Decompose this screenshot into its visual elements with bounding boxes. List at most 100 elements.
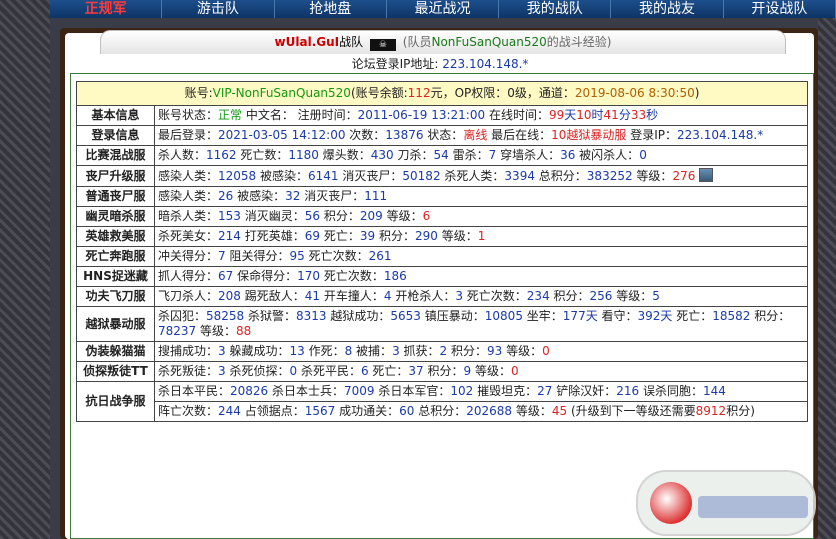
team-label: 战队 <box>339 35 364 49</box>
nav-item-5[interactable]: 我的战友 <box>611 0 724 18</box>
stat-text: 感染人类： <box>158 169 219 183</box>
stat-text: 积分： <box>447 344 487 358</box>
stat-text: 26 <box>218 189 234 203</box>
stat-text: 33 <box>630 108 647 122</box>
stat-text: 36 <box>560 148 576 162</box>
nav-item-4[interactable]: 我的战队 <box>499 0 612 18</box>
server-label[interactable]: 抗日战争服 <box>76 381 155 422</box>
stat-text: 总积分： <box>534 169 587 183</box>
stat-text: 杀死平民： <box>297 364 361 378</box>
stats-row: 丧尸升级服 感染人类：12058 被感染：6141 消灭丧尸：50182 杀死人类… <box>76 165 808 187</box>
stats-table: 账号:VIP-NonFuSanQuan520(账号余额:112元，OP权限：0级… <box>76 81 808 422</box>
server-label[interactable]: 越狱暴动服 <box>76 306 155 342</box>
server-stats: 账号状态：正常 中文名： 注册时间：2011-06-19 13:21:00 在线… <box>154 105 808 126</box>
profile-header: wUlal.GuI战队 ☠ (队员NonFuSanQuan520的战斗经验) <box>100 30 786 54</box>
stat-text: 10805 <box>484 309 523 323</box>
stat-text: 186 <box>383 269 407 283</box>
stat-text: 死亡次数： <box>462 289 527 303</box>
stat-text: 等级： <box>632 169 673 183</box>
nav-item-1[interactable]: 游击队 <box>162 0 275 18</box>
stat-text: 杀狱警： <box>244 309 297 323</box>
stat-text: 10 <box>576 108 592 122</box>
stat-text: 等级： <box>612 289 653 303</box>
stats-row: 幽灵暗杀服 暗杀人类：153 消灭幽灵：56 积分：209 等级：6 <box>76 206 808 227</box>
stat-text: 244 <box>218 404 241 418</box>
stat-text: 1162 <box>206 148 237 162</box>
server-label[interactable]: 死亡奔跑服 <box>76 246 155 267</box>
stat-text: 抓获： <box>399 344 440 358</box>
stat-text: 39 <box>359 229 376 243</box>
stat-text: 0 <box>542 344 550 358</box>
nav-item-0[interactable]: 正规军 <box>50 0 163 18</box>
stat-text: 被感染： <box>233 189 286 203</box>
stat-text: 6 <box>360 364 369 378</box>
server-stats: 暗杀人类：153 消灭幽灵：56 积分：209 等级：6 <box>154 206 808 227</box>
stat-text: 阵亡次数： <box>158 404 219 418</box>
stat-text: 18582 <box>712 309 751 323</box>
stat-text: 10越狱暴动服 <box>551 128 627 142</box>
server-stats: 杀囚犯：58258 杀狱警：8313 越狱成功：5653 镇压暴动：10805 … <box>154 306 808 342</box>
server-label[interactable]: 功夫飞刀服 <box>76 286 155 307</box>
stat-text: 177天 <box>562 309 598 323</box>
stat-text: 45 <box>551 404 568 418</box>
stat-text: 209 <box>359 209 383 223</box>
server-label[interactable]: 比赛混战服 <box>76 145 155 166</box>
server-stats: 感染人类：26 被感染：32 消灭丧尸：111 <box>154 186 808 207</box>
stat-text: 死亡次数： <box>320 269 384 283</box>
stat-text: 1 <box>477 229 486 243</box>
nav-item-3[interactable]: 最近战况 <box>387 0 500 18</box>
balance-value: 112 <box>407 86 431 100</box>
server-label[interactable]: 伪装躲猫猫 <box>76 341 155 362</box>
stats-row: 功夫飞刀服 飞刀杀人：208 踢死敌人：41 开车撞人：4 开枪杀人：3 死亡次数… <box>76 286 808 307</box>
stat-text: 时 <box>591 108 604 122</box>
stat-text: 镇压暴动： <box>420 309 485 323</box>
op-value: 0级 <box>507 86 527 100</box>
server-label[interactable]: 基本信息 <box>76 105 155 126</box>
server-label[interactable]: 英雄救美服 <box>76 226 155 247</box>
stat-text: 144 <box>702 384 726 398</box>
stat-text: 穿墙杀人： <box>496 148 561 162</box>
server-label[interactable]: 普通丧尸服 <box>76 186 155 207</box>
nav-item-2[interactable]: 抢地盘 <box>275 0 387 18</box>
stat-text: 5 <box>652 289 660 303</box>
stat-text: 阻关得分： <box>225 249 290 263</box>
team-username[interactable]: wUlal.GuI <box>275 35 340 49</box>
op-label: 元，OP权限： <box>430 86 508 100</box>
server-label[interactable]: 幽灵暗杀服 <box>76 206 155 227</box>
stat-text: 雷杀： <box>448 148 489 162</box>
stat-text: 1180 <box>288 148 319 162</box>
stat-text: 27 <box>537 384 553 398</box>
stat-text: 杀日本士兵： <box>268 384 345 398</box>
server-label[interactable]: 登录信息 <box>76 125 155 146</box>
server-label[interactable]: HNS捉迷藏 <box>76 266 155 287</box>
stat-text: 杀日本军官： <box>374 384 451 398</box>
stat-text: 死亡： <box>368 364 409 378</box>
stat-text: 最后在线： <box>487 128 552 142</box>
stat-text: 抓人得分： <box>158 269 219 283</box>
stat-text: 276 <box>672 169 696 183</box>
stat-text: (升级到下一等级还需要 <box>567 404 696 418</box>
stat-text: 死亡： <box>672 309 713 323</box>
stat-text: 7 <box>218 249 226 263</box>
stat-text: 分 <box>618 108 631 122</box>
stat-text: 次数： <box>345 128 386 142</box>
stat-text: 积分： <box>549 289 590 303</box>
server-label[interactable]: 丧尸升级服 <box>76 165 155 187</box>
stat-text: 69 <box>304 229 321 243</box>
stat-text: 消灭丧尸： <box>300 189 365 203</box>
stats-row: 伪装躲猫猫 搜捕成功：3 躲藏成功：13 作死：8 被捕：3 抓获：2 积分：93… <box>76 341 808 362</box>
ip-label: 论坛登录IP地址: <box>351 57 439 71</box>
nav-item-6[interactable]: 开设战队 <box>724 0 836 18</box>
stat-text: 爆头数： <box>318 148 371 162</box>
watermark-banner <box>698 496 808 518</box>
stat-text: 13876 <box>385 128 424 142</box>
stat-text: 8912 <box>695 404 727 418</box>
stat-text: 天 <box>564 108 577 122</box>
watermark-ball-icon <box>650 482 692 524</box>
stat-text: 踢死敌人： <box>240 289 305 303</box>
level-avatar-icon <box>699 168 714 182</box>
server-label[interactable]: 侦探叛徒TT <box>76 361 155 382</box>
account-label: 账号: <box>184 86 213 100</box>
stat-text: 3 <box>392 344 400 358</box>
stat-text: 保命得分： <box>233 269 298 283</box>
